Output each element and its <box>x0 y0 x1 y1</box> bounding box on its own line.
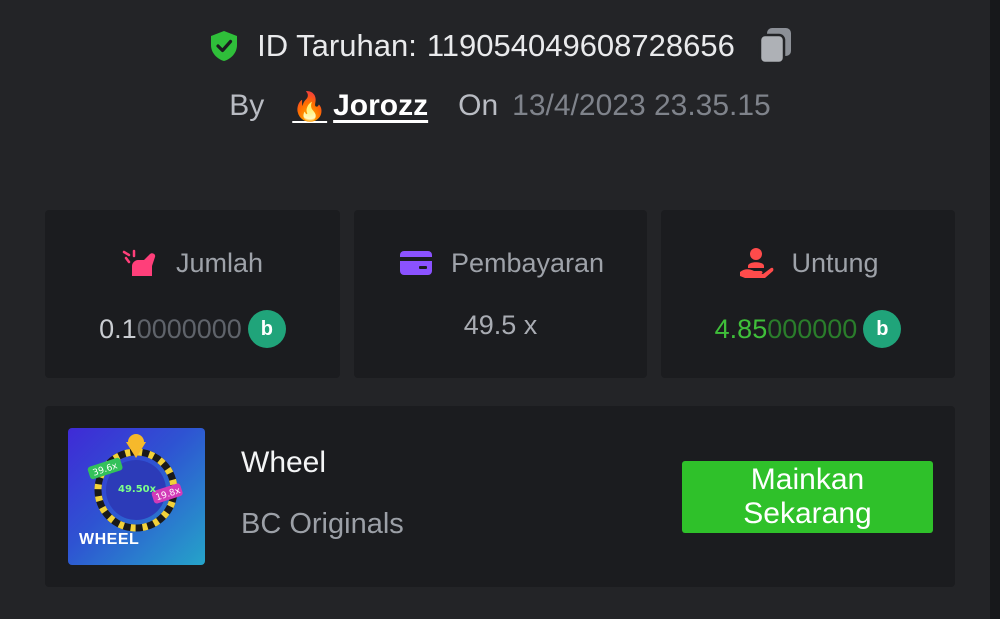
play-now-button[interactable]: Mainkan Sekarang <box>682 461 933 533</box>
thumbnail-label-2: 49.50x <box>118 484 157 495</box>
bet-id-label: ID Taruhan: <box>257 28 417 63</box>
copy-icon[interactable] <box>757 26 793 66</box>
bet-id-value: 119054049608728656 <box>426 28 735 63</box>
stat-label-profit: Untung <box>791 247 879 278</box>
stat-value-payout: 49.5 x <box>463 310 538 340</box>
bet-amount-icon <box>122 246 160 280</box>
stat-card-payout: Pembayaran 49.5 x <box>354 210 647 378</box>
bet-meta-row: By 🔥 Jorozz On 13/4/2023 23.35.15 <box>0 84 1000 128</box>
game-thumbnail[interactable]: 39.6x 49.50x 19.8x WHEEL <box>68 428 205 565</box>
play-button-line1: Mainkan <box>750 463 865 496</box>
thumbnail-text: WHEEL <box>79 531 140 548</box>
bet-datetime: 13/4/2023 23.35.15 <box>512 89 771 122</box>
wallet-card-icon <box>397 246 435 280</box>
username: Jorozz <box>333 89 429 122</box>
bc-coin-icon: b <box>863 310 902 348</box>
shield-check-icon <box>207 29 241 63</box>
game-card: 39.6x 49.50x 19.8x WHEEL Wheel BC Origin… <box>45 406 955 587</box>
play-button-line2: Sekarang <box>743 497 872 530</box>
stat-value-amount: 0.1 0000000 b <box>45 310 340 348</box>
stat-card-profit: Untung 4.85 000000 b <box>661 210 955 378</box>
bet-id-row: ID Taruhan: 119054049608728656 <box>0 26 1000 66</box>
stat-label-payout: Pembayaran <box>450 247 605 278</box>
game-provider: BC Originals <box>241 508 404 540</box>
game-title[interactable]: Wheel <box>241 446 326 480</box>
bc-coin-icon: b <box>247 310 286 348</box>
username-link[interactable]: 🔥 Jorozz <box>292 89 428 123</box>
stat-label-amount: Jumlah <box>175 247 264 278</box>
on-label: On <box>458 89 499 122</box>
hand-profit-icon <box>737 246 775 280</box>
bet-stats: Jumlah 0.1 0000000 b Pembayaran 49.5 x U… <box>45 210 955 378</box>
fire-icon: 🔥 <box>292 90 328 122</box>
stat-card-amount: Jumlah 0.1 0000000 b <box>45 210 340 378</box>
by-label: By <box>229 89 265 122</box>
stat-value-profit: 4.85 000000 b <box>661 310 955 348</box>
